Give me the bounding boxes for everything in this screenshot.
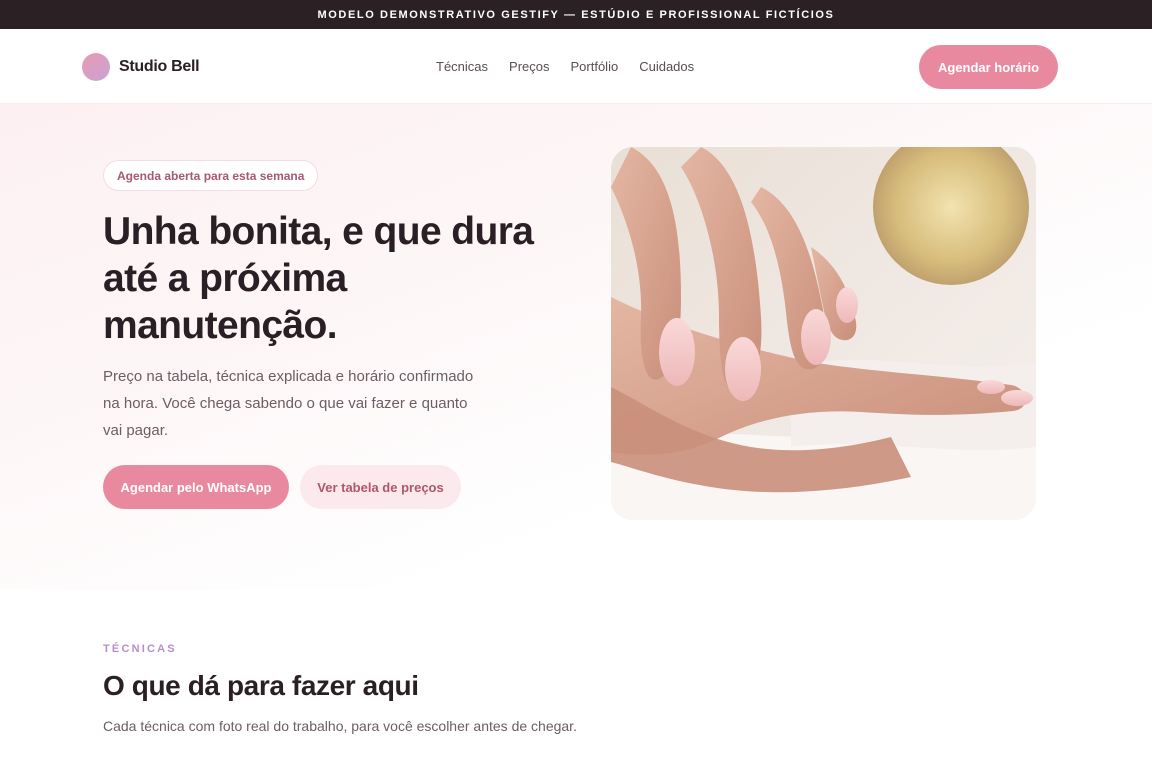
brand-name: Studio Bell <box>119 58 200 75</box>
nav-link-tecnicas[interactable]: Técnicas <box>436 59 488 74</box>
demo-banner: MODELO DEMONSTRATIVO GESTIFY — ESTÚDIO E… <box>0 0 1152 29</box>
book-appointment-button[interactable]: Agendar horário <box>919 45 1058 89</box>
section-subtitle: Cada técnica com foto real do trabalho, … <box>103 718 577 734</box>
hero-title: Unha bonita, e que dura até a próxima ma… <box>103 210 534 347</box>
hands-manicure-photo-icon <box>611 147 1036 520</box>
section-eyebrow: TÉCNICAS <box>103 643 177 655</box>
demo-banner-text: MODELO DEMONSTRATIVO GESTIFY — ESTÚDIO E… <box>317 8 835 21</box>
nav-link-precos[interactable]: Preços <box>509 59 549 74</box>
hero-section: Agenda aberta para esta semana Unha boni… <box>0 104 1152 590</box>
hero-photo <box>611 147 1036 520</box>
section-title: O que dá para fazer aqui <box>103 670 419 701</box>
nav-links: Técnicas Preços Portfólio Cuidados <box>436 59 694 74</box>
price-table-button[interactable]: Ver tabela de preços <box>300 465 461 509</box>
hero-subtitle: Preço na tabela, técnica explicada e hor… <box>103 368 474 439</box>
brand[interactable]: Studio Bell <box>82 53 200 81</box>
brand-logo-icon <box>82 53 110 81</box>
nav-link-portfolio[interactable]: Portfólio <box>571 59 619 74</box>
whatsapp-booking-button[interactable]: Agendar pelo WhatsApp <box>103 465 289 509</box>
availability-badge: Agenda aberta para esta semana <box>103 160 319 191</box>
navbar: Studio Bell Técnicas Preços Portfólio Cu… <box>0 29 1152 104</box>
nav-link-cuidados[interactable]: Cuidados <box>639 59 694 74</box>
